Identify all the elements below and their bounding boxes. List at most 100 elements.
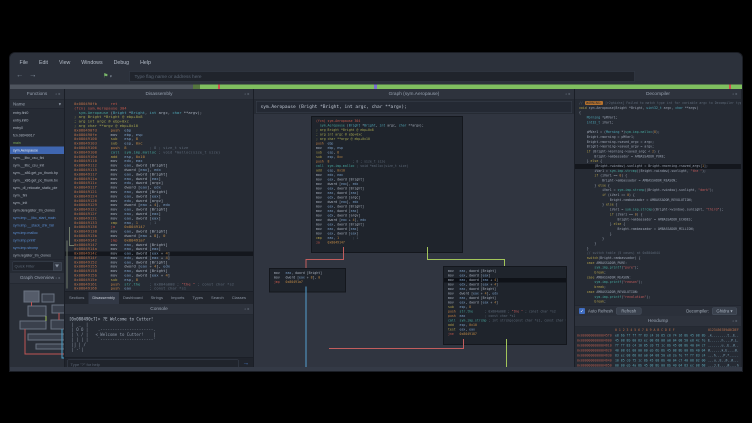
graph-panel: Graph (sym.Aeropause) ▫× sym.Aeropause (… — [254, 89, 575, 367]
tab-imports[interactable]: Imports — [167, 292, 188, 304]
graph-edge-true — [427, 247, 428, 259]
decompiler-panel-title: Decompiler ▫× — [575, 89, 741, 100]
tab-dashboard[interactable]: Dashboard — [119, 292, 147, 304]
cutter-window: FileEditViewWindowsDebugHelp ← → ⚑▾ Func… — [10, 53, 742, 371]
function-list-item[interactable]: sym.__x86.get_pc_thunk.bx — [10, 177, 64, 185]
console-output: [0x080490c7]> ?E Welcome to Cutter! | _ … — [65, 315, 253, 357]
dock-close-icon[interactable]: × — [247, 92, 250, 97]
refresh-button[interactable]: Refresh — [616, 308, 642, 315]
graph-overview-thumbnail[interactable] — [10, 284, 64, 367]
forward-icon[interactable]: → — [29, 71, 37, 80]
dock-close-icon[interactable]: × — [58, 92, 61, 97]
decompiler-footer: ✓ Auto Refresh Refresh Decompiler: Ghidr… — [575, 305, 741, 316]
function-list-item[interactable]: sym.imp.printf — [10, 237, 64, 245]
menu-help[interactable]: Help — [135, 58, 157, 68]
dock-close-icon[interactable]: × — [247, 307, 250, 312]
dock-tab-bar: SectionsDisassemblyDashboardStringsImpor… — [65, 291, 253, 304]
graph-edge-false — [329, 348, 464, 349]
dock-close-icon[interactable]: × — [568, 92, 571, 97]
quick-filter-row — [10, 259, 64, 273]
function-list-item[interactable]: sym.register_tm_clones — [10, 252, 64, 260]
tab-classes[interactable]: Classes — [228, 292, 250, 304]
back-icon[interactable]: ← — [16, 71, 24, 80]
tab-types[interactable]: Types — [188, 292, 207, 304]
function-list-item[interactable]: sym.deregister_tm_clones — [10, 207, 64, 215]
tab-sections[interactable]: Sections — [65, 292, 88, 304]
graph-edge-true — [427, 259, 505, 260]
menu-bar: FileEditViewWindowsDebugHelp — [10, 53, 742, 69]
decompiler-panel: Decompiler ▫× // WARNING: [r2ghidra] Fai… — [575, 89, 741, 367]
tab-search[interactable]: Search — [207, 292, 228, 304]
graph-block-true-branch[interactable]: mov eax, dword [Bright]mov eax, dword [e… — [443, 266, 567, 345]
tab-disassembly[interactable]: Disassembly — [88, 292, 119, 304]
hexdump-rows: 0x00000000000045f0e8 6b ff ff ff 83 c4 1… — [575, 333, 741, 367]
graph-instruction-line[interactable]: ja 0x8049147 — [312, 241, 462, 246]
function-list-item[interactable]: sym.__libc_csu_init — [10, 162, 64, 170]
console-send-icon[interactable]: → — [243, 359, 250, 367]
function-signature-bar[interactable]: sym.Aeropause (Bright *Bright, int argc,… — [256, 101, 572, 113]
graph-edge-true — [504, 259, 505, 266]
graph-edge-unconditional — [306, 287, 307, 368]
graph-instruction-line[interactable]: jmp 0x80491a7 — [270, 280, 345, 285]
function-list-item[interactable]: fcn.08049017 — [10, 132, 64, 140]
disassembly-panel-title: Disassembly ▫× — [65, 89, 253, 100]
quick-filter-input[interactable] — [12, 262, 55, 272]
function-list-item[interactable]: entry0 — [10, 124, 64, 132]
graph-canvas[interactable]: (fcn) sym.Aeropause 304 sym.Aeropause (B… — [254, 114, 574, 367]
function-list-item[interactable]: sym._init — [10, 199, 64, 207]
auto-refresh-label: Auto Refresh — [588, 309, 613, 314]
function-list-item[interactable]: sym._dl_relocate_static_pie — [10, 184, 64, 192]
decompiler-select[interactable]: Ghidra ▾ — [712, 307, 737, 315]
dock-close-icon[interactable]: × — [735, 319, 738, 324]
graph-edge-false — [306, 259, 307, 268]
graph-overview-svg — [10, 284, 65, 367]
menu-windows[interactable]: Windows — [76, 58, 108, 68]
function-list-item[interactable]: sym.__x86.get_pc_thunk.bp — [10, 169, 64, 177]
function-list-item[interactable]: entry.fini0 — [10, 109, 64, 117]
graph-edge-true — [506, 339, 507, 367]
dock-close-icon[interactable]: × — [58, 276, 61, 281]
functions-panel-title: Functions ▫× — [10, 89, 64, 100]
console-panel-title: Console ▫× — [65, 304, 253, 315]
disassembly-panel: Disassembly ▫× 0x080490fb ret(fcn) sym.A… — [65, 89, 254, 367]
menu-view[interactable]: View — [54, 58, 76, 68]
menu-debug[interactable]: Debug — [108, 58, 134, 68]
graph-block-false-branch[interactable]: mov eax, dword [Bright]mov dword [eax + … — [269, 268, 346, 293]
disassembly-line[interactable]: 0x08049166 push eax ; const char *s1 — [65, 287, 253, 291]
menu-file[interactable]: File — [14, 58, 33, 68]
function-list-item[interactable]: sym.imp.malloc — [10, 229, 64, 237]
disassembly-listing[interactable]: 0x080490fb ret(fcn) sym.Aeropause 304 sy… — [65, 100, 253, 291]
decompiler-line[interactable]: break; — [575, 300, 741, 305]
graph-edge-false — [306, 259, 345, 260]
desktop-background: FileEditViewWindowsDebugHelp ← → ⚑▾ Func… — [0, 0, 752, 423]
function-list-item[interactable]: entry.init0 — [10, 117, 64, 125]
graph-instruction-line[interactable]: jne 0x8049187 — [444, 332, 566, 337]
window-bottom-edge — [10, 367, 742, 371]
console-input-row: → — [65, 357, 253, 367]
function-list-item[interactable]: sym.imp.__stack_chk_fail — [10, 222, 64, 230]
toolbar: ← → ⚑▾ — [10, 69, 742, 84]
console-input[interactable] — [67, 360, 239, 368]
function-list-item[interactable]: sym._fini — [10, 192, 64, 200]
graph-panel-title: Graph (sym.Aeropause) ▫× — [254, 89, 574, 100]
functions-column-header[interactable]: Name ▾ — [10, 100, 64, 109]
function-list-item[interactable]: sym.imp.__libc_start_main — [10, 214, 64, 222]
console-prompt-line: [0x080490c7]> ?E Welcome to Cutter! — [65, 315, 253, 323]
function-list-item[interactable]: sym.__libc_csu_fini — [10, 154, 64, 162]
search-input[interactable] — [129, 71, 635, 82]
function-list-item[interactable]: main — [10, 139, 64, 147]
graph-block-entry[interactable]: (fcn) sym.Aeropause 304 sym.Aeropause (B… — [311, 116, 463, 253]
tab-strings[interactable]: Strings — [147, 292, 167, 304]
chevron-down-icon: ▾ — [59, 100, 61, 108]
decompiler-code[interactable]: // WARNING: [r2ghidra] Failed to match t… — [575, 100, 741, 305]
filter-icon[interactable] — [53, 262, 62, 271]
function-list-item[interactable]: sym.Aeropause — [10, 147, 64, 155]
flag-icon[interactable]: ⚑▾ — [103, 72, 112, 79]
decompiler-select-label: Decompiler: — [686, 309, 709, 314]
dock-close-icon[interactable]: × — [735, 92, 738, 97]
function-list-item[interactable]: sym.imp.strcmp — [10, 244, 64, 252]
graph-edge-false — [343, 247, 344, 259]
jump-arrow — [69, 227, 74, 246]
auto-refresh-checkbox[interactable]: ✓ — [579, 308, 585, 314]
menu-edit[interactable]: Edit — [33, 58, 53, 68]
